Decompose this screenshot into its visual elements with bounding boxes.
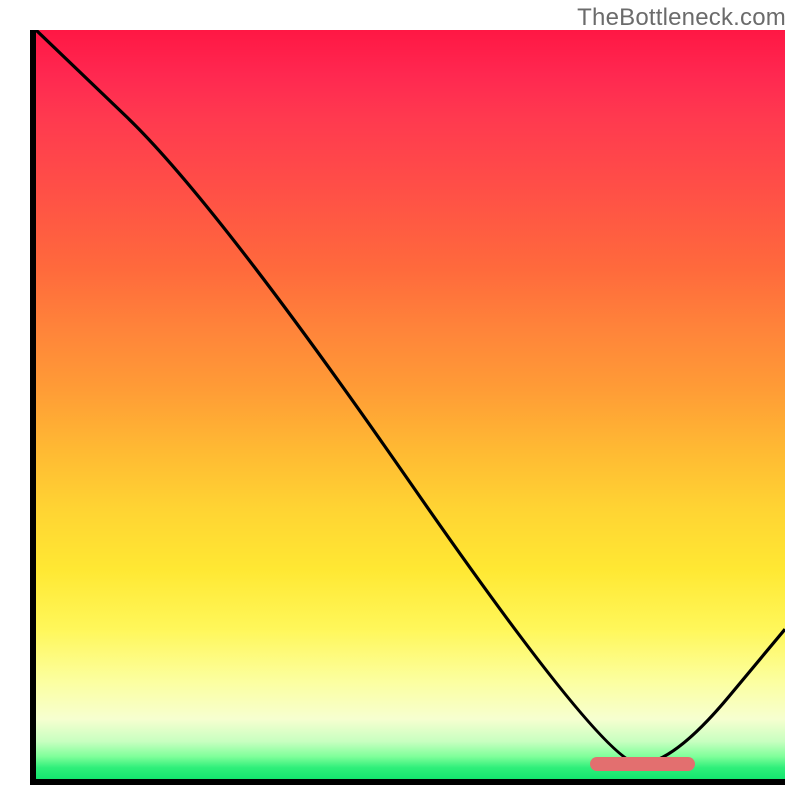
chart-container: TheBottleneck.com [0, 0, 800, 800]
plot-area [36, 30, 785, 779]
watermark-text: TheBottleneck.com [577, 4, 786, 32]
bottleneck-curve [36, 30, 785, 779]
optimal-range-marker [590, 757, 695, 771]
